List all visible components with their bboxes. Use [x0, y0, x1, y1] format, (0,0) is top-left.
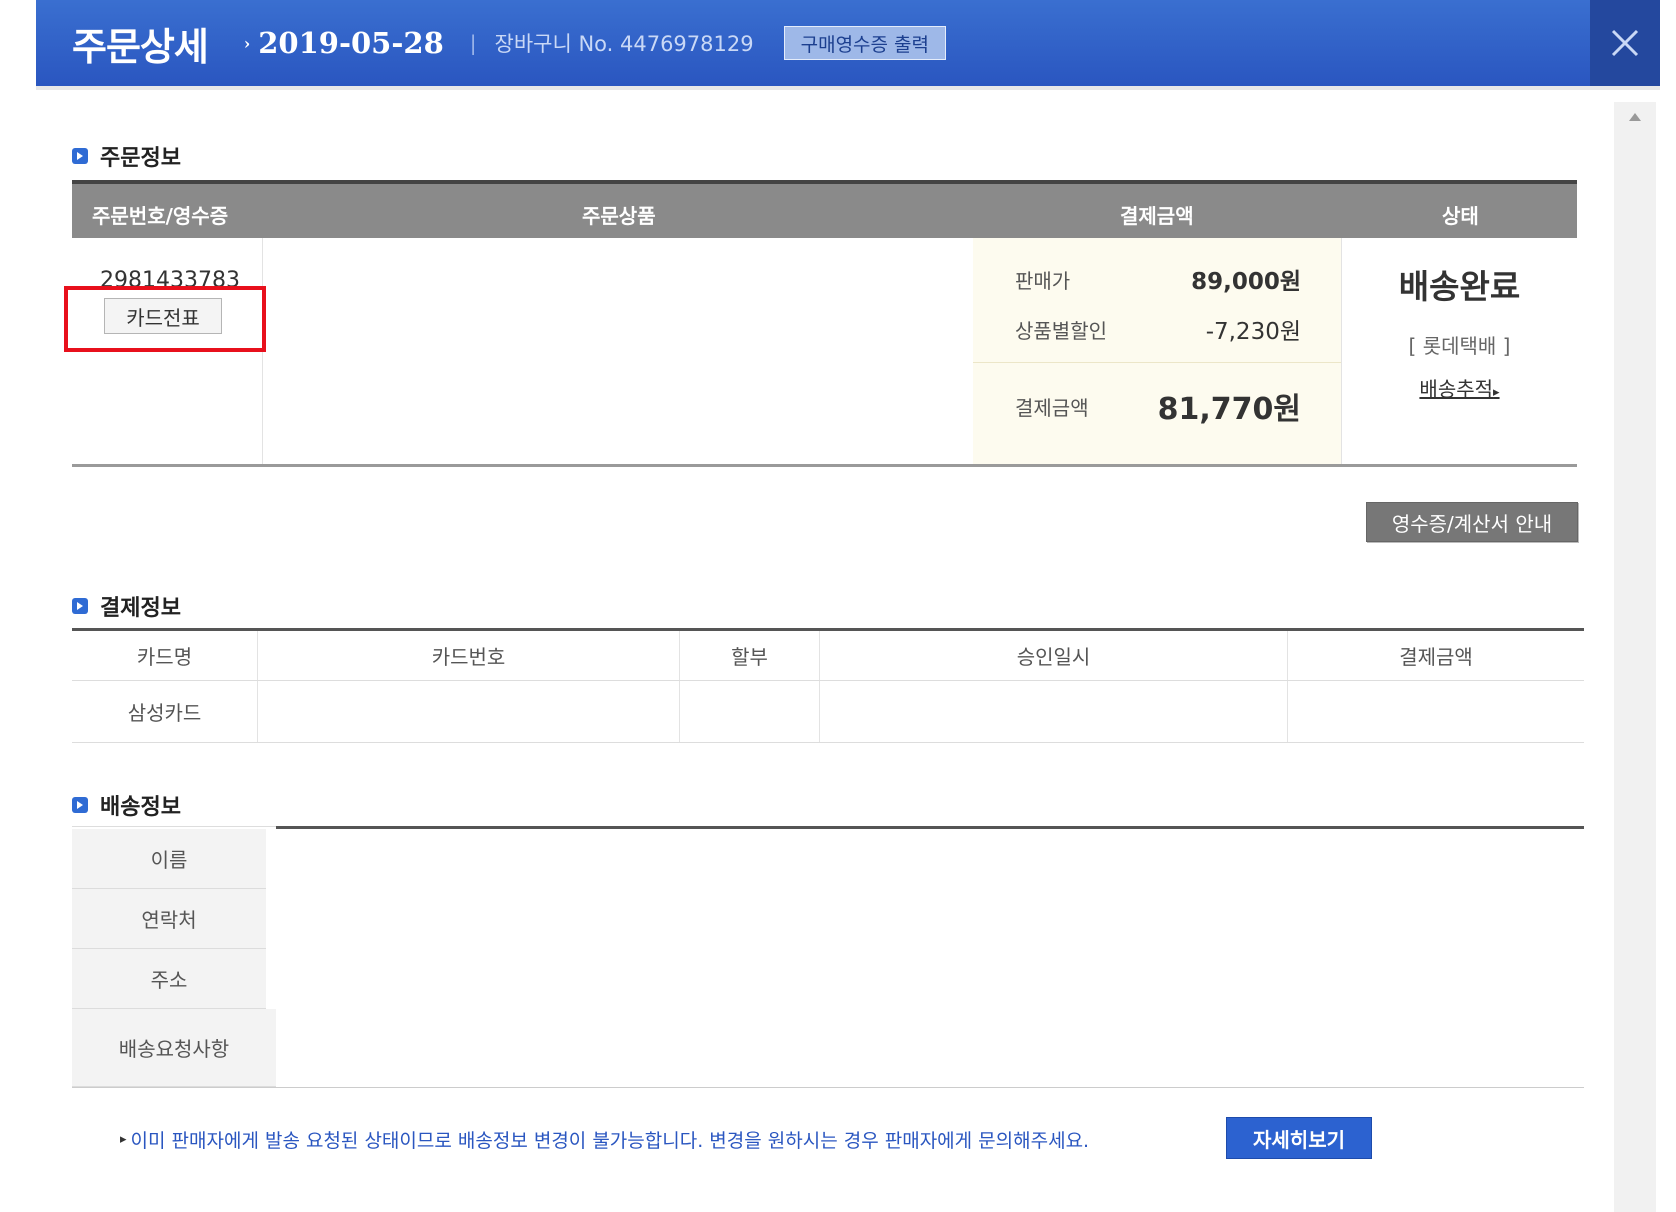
status-cell: 배송완료 [ 롯데택배 ] 배송추적▸ [1342, 238, 1577, 466]
col-card-name: 카드명 [136, 645, 193, 669]
delivery-section-heading: 배송정보 [72, 789, 181, 821]
col-status: 상태 [1442, 204, 1479, 228]
payment-table-header: 카드명 카드번호 할부 승인일시 결제금액 [72, 631, 1584, 681]
arrow-right-icon: ▸ [1493, 385, 1500, 400]
tracking-link-label: 배송추적 [1419, 377, 1494, 401]
scroll-up-arrow-icon [1629, 113, 1641, 121]
header-shadow [36, 86, 1660, 90]
sale-price-label: 판매가 [1015, 268, 1071, 293]
bullet-arrow-icon: ▸ [120, 1132, 127, 1147]
discount-row: 상품별할인 -7,230원 [1015, 312, 1301, 346]
order-section-title: 주문정보 [100, 146, 181, 171]
delivery-table: 이름 연락처 주소 배송요청사항 [72, 826, 1584, 1088]
payment-section-title: 결제정보 [100, 596, 181, 621]
delivery-row-phone: 연락처 [72, 889, 1584, 949]
total-label: 결제금액 [1015, 395, 1089, 420]
payment-section-heading: 결제정보 [72, 590, 181, 622]
notice-text: 이미 판매자에게 발송 요청된 상태이므로 배송정보 변경이 불가능합니다. 변… [130, 1130, 1090, 1152]
page-title: 주문상세 [72, 24, 209, 69]
order-date-text: 2019-05-28 [258, 26, 444, 60]
view-details-button[interactable]: 자세히보기 [1226, 1117, 1372, 1159]
price-summary: 판매가 89,000원 상품별할인 -7,230원 결제금액 81,770원 [973, 238, 1341, 466]
header-separator: | [469, 31, 477, 55]
total-value: 81,770원 [1157, 392, 1301, 427]
request-value [276, 1009, 1584, 1087]
column-divider [262, 238, 263, 466]
request-label: 배송요청사항 [72, 1009, 276, 1087]
highlight-box [64, 286, 266, 352]
card-number [257, 681, 679, 742]
payment-table-row: 삼성카드 [72, 681, 1584, 743]
total-row: 결제금액 81,770원 [1015, 384, 1301, 428]
section-bullet-icon [72, 797, 88, 813]
delivery-row-name: 이름 [72, 829, 1584, 889]
address-label: 주소 [72, 949, 266, 1009]
address-value [266, 949, 1584, 1009]
section-bullet-icon [72, 148, 88, 164]
discount-label: 상품별할인 [1015, 318, 1107, 343]
card-name: 삼성카드 [127, 701, 202, 725]
col-approval-date: 승인일시 [819, 631, 1287, 680]
courier-name: [ 롯데택배 ] [1408, 334, 1511, 358]
tracking-link[interactable]: 배송추적▸ [1342, 373, 1577, 402]
delivery-notice: ▸ 이미 판매자에게 발송 요청된 상태이므로 배송정보 변경이 불가능합니다.… [120, 1126, 1089, 1153]
section-bullet-icon [72, 598, 88, 614]
col-order-number: 주문번호/영수증 [92, 204, 229, 228]
phone-label: 연락처 [72, 889, 266, 949]
phone-value [266, 889, 1584, 949]
col-order-product: 주문상품 [582, 204, 656, 228]
print-receipt-button[interactable]: 구매영수증 출력 [783, 26, 947, 60]
close-icon [1611, 29, 1639, 57]
order-table-bottom-border [72, 464, 1577, 467]
approval-date [819, 681, 1287, 742]
sale-price-row: 판매가 89,000원 [1015, 262, 1301, 296]
order-table-header: 주문번호/영수증 주문상품 결제금액 상태 [72, 184, 1577, 238]
delivery-table-top-gray [72, 826, 276, 827]
payment-amount [1287, 681, 1584, 742]
sale-price-value: 89,000원 [1191, 269, 1301, 295]
col-installment: 할부 [679, 631, 819, 680]
delivery-row-address: 주소 [72, 949, 1584, 1009]
name-value [266, 829, 1584, 889]
col-payment-amount: 결제금액 [1287, 631, 1584, 680]
vertical-scrollbar[interactable] [1614, 102, 1656, 1212]
col-payment-amount: 결제금액 [1120, 204, 1194, 228]
chevron-right-icon: › [243, 33, 251, 53]
close-button[interactable] [1590, 0, 1660, 86]
price-divider [973, 362, 1341, 363]
delivery-status: 배송완료 [1398, 267, 1521, 306]
col-card-number: 카드번호 [257, 631, 679, 680]
order-section-heading: 주문정보 [72, 140, 181, 172]
order-date: › 2019-05-28 [244, 26, 444, 60]
delivery-table-bottom-border [72, 1087, 1584, 1088]
cart-number: 장바구니 No. 4476978129 [494, 32, 754, 56]
modal-header: 주문상세 › 2019-05-28 | 장바구니 No. 4476978129 … [36, 0, 1660, 86]
delivery-row-request: 배송요청사항 [72, 1009, 1584, 1087]
delivery-section-title: 배송정보 [100, 795, 181, 820]
discount-value: -7,230원 [1205, 319, 1301, 345]
order-table-row: 2981433783 카드전표 판매가 89,000원 상품별할인 -7,230… [72, 238, 1577, 466]
scroll-up-button[interactable] [1614, 102, 1656, 132]
name-label: 이름 [72, 829, 266, 889]
payment-table: 카드명 카드번호 할부 승인일시 결제금액 삼성카드 [72, 628, 1584, 743]
installment [679, 681, 819, 742]
receipt-guide-button[interactable]: 영수증/계산서 안내 [1366, 502, 1578, 542]
